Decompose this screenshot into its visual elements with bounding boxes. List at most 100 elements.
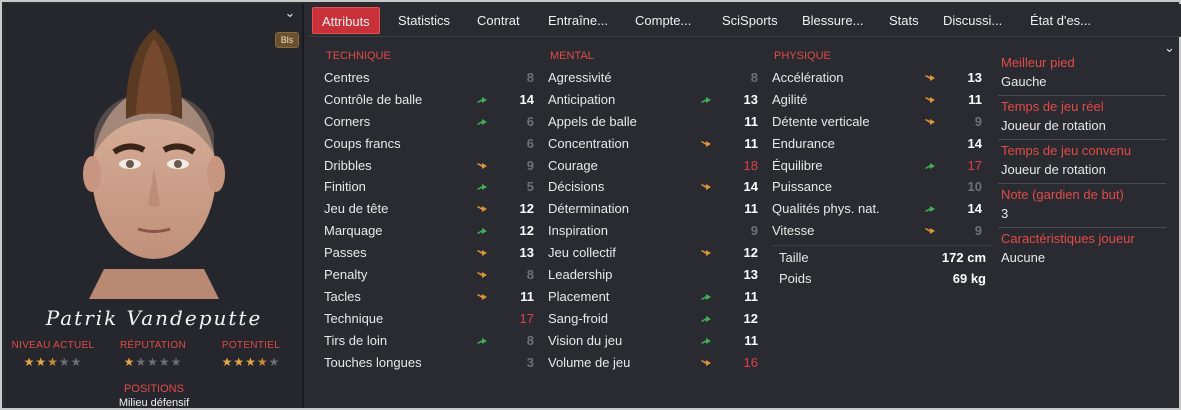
tab-statistics[interactable]: Statistics <box>398 7 450 34</box>
player-info-column: Meilleur pied Gauche Temps de jeu réel J… <box>998 52 1166 271</box>
attribute-value: 10 <box>967 179 982 195</box>
attribute-label: Concentration <box>548 135 629 151</box>
info-value: Joueur de rotation <box>1001 118 1106 133</box>
agreed-playing-time: Temps de jeu convenu Joueur de rotation <box>998 140 1166 184</box>
attribute-row[interactable]: Décisions 14 <box>548 177 758 199</box>
attribute-value: 16 <box>743 354 758 370</box>
attribute-label: Accélération <box>772 70 844 85</box>
attribute-row[interactable]: Passes 13 <box>324 243 534 265</box>
attribute-row[interactable]: Jeu collectif 12 <box>548 243 758 265</box>
attribute-row[interactable]: Anticipation 13 <box>548 90 758 112</box>
attribute-label: Volume de jeu <box>548 354 631 370</box>
technique-column: TECHNIQUE Centres 8 Contrôle de balle 14 Cor… <box>324 48 534 374</box>
info-label: Caractéristiques joueur <box>1001 231 1135 246</box>
attribute-row[interactable]: Coups francs 6 <box>324 134 534 156</box>
attribute-label: Technique <box>324 310 384 326</box>
tab-divider <box>308 36 1181 37</box>
chevron-down-icon[interactable]: ⌄ <box>282 6 298 19</box>
attribute-row[interactable]: Concentration 11 <box>548 134 758 156</box>
trend-up-icon <box>476 95 488 105</box>
attribute-row[interactable]: Corners 6 <box>324 112 534 134</box>
trend-up-icon <box>476 336 488 346</box>
physique-column: PHYSIQUE Accélération 13 Agilité 11 Détente … <box>772 48 982 243</box>
attribute-row[interactable]: Sang-froid 12 <box>548 309 758 331</box>
attribute-label: Agressivité <box>548 70 612 85</box>
attribute-row[interactable]: Vitesse 9 <box>772 221 982 243</box>
attribute-value: 12 <box>743 310 758 326</box>
attribute-value: 9 <box>974 223 982 239</box>
info-label: Meilleur pied <box>1001 55 1075 70</box>
attribute-row[interactable]: Finition 5 <box>324 177 534 199</box>
reputation-rating: RÉPUTATION ★★★★★ <box>110 340 196 369</box>
attribute-row[interactable]: Marquage 12 <box>324 221 534 243</box>
attribute-value: 11 <box>744 113 758 129</box>
star-rating-icon: ★★★★★ <box>23 355 83 369</box>
attribute-label: Anticipation <box>548 91 616 107</box>
attribute-row[interactable]: Touches longues 3 <box>324 353 534 375</box>
attribute-row[interactable]: Qualités phys. nat. 14 <box>772 199 982 221</box>
trend-down-icon <box>476 270 488 280</box>
attribute-label: Corners <box>324 113 371 129</box>
attribute-row[interactable]: Jeu de tête 12 <box>324 199 534 221</box>
trend-down-icon <box>700 139 712 149</box>
tab-scisports[interactable]: SciSports <box>722 7 778 34</box>
attribute-row[interactable]: Tacles 11 <box>324 287 534 309</box>
attribute-label: Jeu de tête <box>324 201 389 217</box>
attribute-value: 11 <box>744 201 758 217</box>
tab-compte-rendu[interactable]: Compte... <box>635 7 691 34</box>
tab-stats[interactable]: Stats <box>889 7 919 34</box>
attribute-row[interactable]: Détente verticale 9 <box>772 112 982 134</box>
attribute-row[interactable]: Puissance 10 <box>772 177 982 199</box>
attribute-row[interactable]: Appels de balle 11 <box>548 112 758 134</box>
tab-contrat[interactable]: Contrat <box>477 7 520 34</box>
attribute-row[interactable]: Volume de jeu 16 <box>548 353 758 375</box>
player-profile-panel: ⌄ Bls Patrik Vandeputte NIVEAU ACTUEL ★★… <box>4 4 304 409</box>
tab-attributs[interactable]: Attributs <box>312 7 380 34</box>
attribute-row[interactable]: Tirs de loin 8 <box>324 331 534 353</box>
tab-blessures[interactable]: Blessure... <box>802 7 863 34</box>
attribute-label: Inspiration <box>548 223 608 239</box>
attribute-row[interactable]: Vision du jeu 11 <box>548 331 758 353</box>
player-window: ⌄ Bls Patrik Vandeputte NIVEAU ACTUEL ★★… <box>0 0 1181 410</box>
attribute-row[interactable]: Endurance 14 <box>772 134 982 156</box>
attribute-row[interactable]: Courage 18 <box>548 156 758 178</box>
attribute-row[interactable]: Technique 17 <box>324 309 534 331</box>
trend-up-icon <box>476 182 488 192</box>
trend-down-icon <box>924 73 936 83</box>
injury-status-badge[interactable]: Bls <box>275 32 299 48</box>
attribute-value: 11 <box>744 332 758 348</box>
attribute-row[interactable]: Placement 11 <box>548 287 758 309</box>
attribute-row[interactable]: Détermination 11 <box>548 199 758 221</box>
attribute-label: Finition <box>324 179 366 195</box>
tab-etat-esprit[interactable]: État d'es... <box>1030 7 1091 34</box>
attribute-label: Appels de balle <box>548 113 637 129</box>
info-value: 3 <box>1001 206 1009 221</box>
attribute-value: 17 <box>967 157 982 173</box>
attribute-label: Leadership <box>548 267 613 283</box>
attribute-label: Vision du jeu <box>548 332 623 348</box>
attribute-row[interactable]: Équilibre 17 <box>772 156 982 178</box>
attribute-label: Détente verticale <box>772 113 870 129</box>
attribute-row[interactable]: Agilité 11 <box>772 90 982 112</box>
tab-discussions[interactable]: Discussi... <box>943 7 1002 34</box>
attribute-row[interactable]: Leadership 13 <box>548 265 758 287</box>
attribute-value: 6 <box>526 135 534 151</box>
trend-up-icon <box>700 292 712 302</box>
trend-down-icon <box>700 182 712 192</box>
attribute-label: Tacles <box>324 288 361 304</box>
trend-up-icon <box>924 204 936 214</box>
attribute-row[interactable]: Agressivité 8 <box>548 68 758 90</box>
attribute-row[interactable]: Contrôle de balle 14 <box>324 90 534 112</box>
attribute-row[interactable]: Inspiration 9 <box>548 221 758 243</box>
info-label: Temps de jeu convenu <box>1001 143 1132 158</box>
attribute-row[interactable]: Centres 8 <box>324 68 534 90</box>
attribute-value: 17 <box>519 310 534 326</box>
attribute-row[interactable]: Accélération 13 <box>772 68 982 90</box>
tab-entrainement[interactable]: Entraîne... <box>548 7 608 34</box>
trend-down-icon <box>924 95 936 105</box>
attribute-row[interactable]: Penalty 8 <box>324 265 534 287</box>
attribute-value: 9 <box>526 157 534 173</box>
weight-label: Poids <box>779 271 812 286</box>
attribute-row[interactable]: Dribbles 9 <box>324 156 534 178</box>
attribute-value: 13 <box>743 91 758 107</box>
